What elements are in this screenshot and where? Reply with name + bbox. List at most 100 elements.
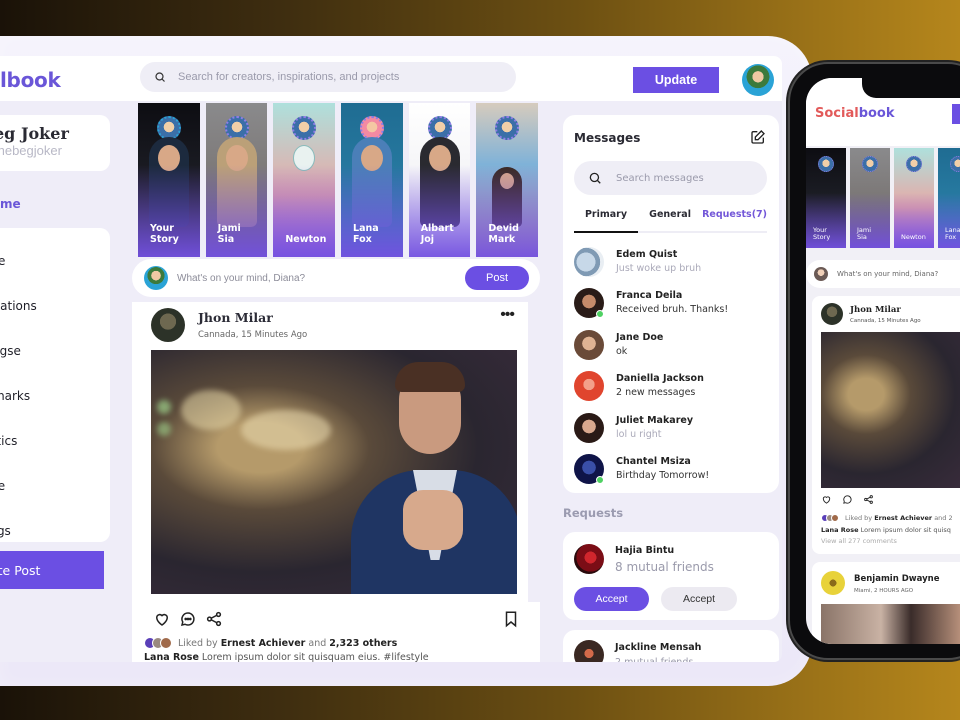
phone-composer-input[interactable]: What's on your mind, Diana? <box>837 270 938 278</box>
comment-icon[interactable] <box>179 610 197 628</box>
story-card[interactable]: Newton <box>273 103 336 257</box>
liked-by-rest: and 2 <box>934 514 953 522</box>
phone-story-card[interactable]: Jami Sia <box>850 148 890 248</box>
phone-story-card[interactable]: Your Story <box>806 148 846 248</box>
share-icon[interactable] <box>863 494 874 505</box>
message-sender: Daniella Jackson <box>616 373 704 385</box>
more-horizontal-icon[interactable]: ••• <box>500 306 515 324</box>
message-avatar <box>574 288 604 319</box>
post-actions: Liked by Ernest Achiever and 2,323 other… <box>132 602 540 662</box>
update-button[interactable]: Update <box>633 67 719 93</box>
message-item[interactable]: Edem Quist Just woke up bruh <box>574 241 774 283</box>
caption-text: Lorem ipsum dolor sit quisquam eius. #li… <box>201 652 429 662</box>
message-item[interactable]: Daniella Jackson 2 new messages <box>574 366 774 408</box>
photo-hair <box>395 362 465 392</box>
request-avatar[interactable] <box>574 544 604 574</box>
story-label: Your Story <box>150 223 179 245</box>
post-photo[interactable] <box>821 604 960 644</box>
tab-general[interactable]: General <box>638 203 702 231</box>
bokeh-light <box>157 422 171 436</box>
tab-requests[interactable]: Requests(7) <box>702 203 767 231</box>
liked-by-count[interactable]: 2,323 others <box>329 638 397 649</box>
search-input[interactable]: Search for creators, inspirations, and p… <box>178 71 399 83</box>
create-post-button[interactable]: ate Post <box>0 551 104 589</box>
post-author-avatar[interactable] <box>151 308 185 342</box>
post-meta: Cannada, 15 Minutes Ago <box>850 318 921 324</box>
post-author-name[interactable]: Benjamin Dwayne <box>854 574 939 584</box>
story-card[interactable]: Your Story <box>138 103 200 257</box>
online-indicator <box>596 310 604 319</box>
post-button[interactable]: Post <box>465 266 529 290</box>
request-name[interactable]: Jackline Mensah <box>615 642 701 653</box>
story-label: Newton <box>285 233 327 245</box>
phone-feed-post: Benjamin Dwayne Miami, 2 HOURS AGO <box>812 562 960 644</box>
message-item[interactable]: Chantel Msiza Birthday Tomorrow! <box>574 449 774 491</box>
story-card[interactable]: Albart Joj <box>408 103 471 257</box>
composer-input[interactable]: What's on your mind, Diana? <box>177 273 465 284</box>
profile-card[interactable]: eg Joker thebegjoker <box>0 115 110 171</box>
edit-icon[interactable] <box>750 129 766 145</box>
message-search[interactable]: Search messages <box>574 161 767 195</box>
sidebar-item-explore[interactable]: ore <box>0 238 110 283</box>
phone-update-button[interactable] <box>952 104 960 124</box>
profile-handle: thebegjoker <box>0 143 62 158</box>
liked-by-name[interactable]: Ernest Achiever <box>874 514 932 522</box>
decline-button[interactable]: Accept <box>661 587 737 611</box>
story-card[interactable]: Jami Sia <box>205 103 268 257</box>
profile-name: eg Joker <box>0 124 69 143</box>
caption-author[interactable]: Lana Rose <box>144 652 199 662</box>
app-logo: lbook <box>0 68 61 92</box>
story-avatar <box>950 156 960 172</box>
post-author-name[interactable]: Jhon Milar <box>850 305 901 315</box>
heart-icon[interactable] <box>821 494 832 505</box>
search-bar[interactable]: Search for creators, inspirations, and p… <box>140 62 516 92</box>
post-composer: What's on your mind, Diana? Post <box>132 259 540 297</box>
post-author-avatar[interactable] <box>821 303 843 325</box>
sidebar-item-messages[interactable]: sagse <box>0 328 110 373</box>
messages-title: Messages <box>574 131 641 145</box>
bookmark-icon[interactable] <box>502 610 520 628</box>
post-photo[interactable] <box>821 332 960 488</box>
caption-text: Lorem ipsum dolor sit quisq <box>860 526 951 534</box>
view-comments-link[interactable]: View all 277 comments <box>821 537 897 545</box>
liker-avatar <box>831 514 839 522</box>
story-card[interactable]: Devid Mark <box>476 103 539 257</box>
story-label: Lana Fox <box>353 223 379 245</box>
request-name[interactable]: Hajia Bintu <box>615 545 674 556</box>
phone-story-card[interactable]: Lana Fox <box>938 148 960 248</box>
liked-by-name[interactable]: Ernest Achiever <box>221 638 306 649</box>
post-author-avatar[interactable] <box>821 571 845 595</box>
request-avatar[interactable] <box>574 640 604 662</box>
accept-button[interactable]: Accept <box>574 587 649 611</box>
phone-likes-summary: Liked by Ernest Achiever and 2 <box>821 514 953 522</box>
user-avatar[interactable] <box>742 64 774 96</box>
search-icon <box>589 172 601 184</box>
message-item[interactable]: Jane Doe ok <box>574 324 774 366</box>
post-author-name[interactable]: Jhon Milar <box>198 310 273 325</box>
message-search-input[interactable]: Search messages <box>616 173 704 184</box>
phone-post-actions <box>821 494 874 505</box>
message-preview: Received bruh. Thanks! <box>616 304 729 316</box>
liked-by-label: Liked by <box>178 637 218 649</box>
message-preview: lol u right <box>616 428 662 440</box>
sidebar-nav: ore fications sagse kmarks lytics me ing… <box>0 228 110 542</box>
tab-primary[interactable]: Primary <box>574 203 639 233</box>
heart-icon[interactable] <box>153 610 171 628</box>
phone-composer[interactable]: What's on your mind, Diana? <box>806 260 960 288</box>
message-item[interactable]: Juliet Makarey lol u right <box>574 407 774 449</box>
sidebar-item-home[interactable]: me <box>0 197 21 211</box>
caption-author[interactable]: Lana Rose <box>821 526 859 534</box>
desktop-app: lbook Search for creators, inspirations,… <box>0 56 782 662</box>
sidebar-item-theme[interactable]: me <box>0 463 110 508</box>
comment-icon[interactable] <box>842 494 853 505</box>
sidebar-item-settings[interactable]: ings <box>0 508 110 553</box>
share-icon[interactable] <box>205 610 223 628</box>
message-sender: Franca Deila <box>616 290 683 302</box>
story-card[interactable]: Lana Fox <box>341 103 403 257</box>
phone-story-card[interactable]: Newton <box>894 148 934 248</box>
sidebar-item-notifications[interactable]: fications <box>0 283 110 328</box>
sidebar-item-analytics[interactable]: lytics <box>0 418 110 463</box>
message-item[interactable]: Franca Deila Received bruh. Thanks! <box>574 283 774 325</box>
sidebar-item-bookmarks[interactable]: kmarks <box>0 373 110 418</box>
post-photo[interactable] <box>151 350 517 594</box>
